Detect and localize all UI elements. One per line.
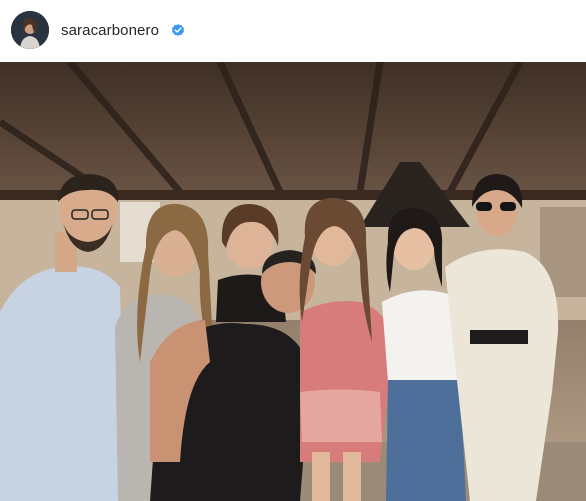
verified-badge-icon xyxy=(171,23,185,37)
username[interactable]: saracarbonero xyxy=(61,21,159,41)
instagram-post: saracarbonero xyxy=(0,0,586,501)
post-photo[interactable] xyxy=(0,62,586,501)
post-header: saracarbonero xyxy=(0,0,586,62)
avatar-image xyxy=(11,11,49,49)
group-photo xyxy=(0,62,586,501)
profile-avatar[interactable] xyxy=(11,11,49,49)
